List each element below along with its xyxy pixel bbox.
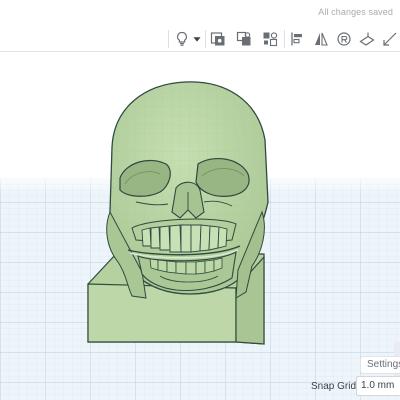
workplane-scene[interactable] [0,52,400,400]
save-status-text: All changes saved [318,7,393,17]
top-bar: All changes saved [0,0,400,26]
align-icon[interactable] [287,29,307,49]
3d-viewport[interactable] [0,52,400,400]
toolbar-divider [168,30,169,48]
settings-button[interactable]: Settings [360,356,400,374]
shape-stack-icon[interactable] [234,29,254,49]
toolbar-divider [205,30,206,48]
workplane-icon[interactable] [357,29,377,49]
snap-grid-select[interactable]: 1.0 mm [356,376,400,396]
upper-teeth [141,224,228,253]
toolbar-divider [284,30,285,48]
mirror-icon[interactable] [311,29,331,49]
caret-down-icon[interactable] [190,29,204,49]
lightbulb-icon[interactable] [172,29,192,49]
eye-box-icon[interactable] [208,29,228,49]
snap-grid-label: Snap Grid [311,381,357,392]
cruise-icon[interactable] [334,29,354,49]
toolbar [0,26,400,52]
group-shapes-icon[interactable] [260,29,280,49]
base-front-face [87,283,237,343]
ruler-icon[interactable] [380,29,400,49]
